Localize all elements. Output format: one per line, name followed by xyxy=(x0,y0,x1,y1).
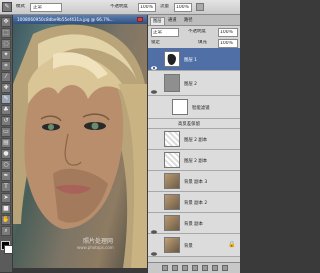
layer-thumbnail xyxy=(164,194,180,210)
flow-label: 流量 xyxy=(160,4,169,9)
tab-paths[interactable]: 路径 xyxy=(182,17,195,24)
airbrush-toggle[interactable] xyxy=(196,3,204,11)
clone-stamp-tool-icon[interactable]: ♣ xyxy=(1,105,11,115)
layer-name: 背景 xyxy=(184,244,193,249)
marquee-tool-icon[interactable]: ⬚ xyxy=(1,28,11,38)
blur-tool-icon[interactable]: ● xyxy=(1,149,11,159)
document-title: 1008060950c8dbe9b55ef431a.jpg @ 66.7%... xyxy=(17,17,114,22)
eye-icon[interactable] xyxy=(151,220,157,234)
crop-tool-icon[interactable]: ⌗ xyxy=(1,61,11,71)
layer-opacity-input[interactable]: 100% xyxy=(218,28,238,37)
layers-bottom-bar xyxy=(148,262,240,273)
fill-label: 填充 xyxy=(198,40,207,45)
layer-row[interactable]: 背景 副本 2 xyxy=(148,192,240,213)
layer-thumbnail xyxy=(164,237,180,253)
fill-value: 100% xyxy=(220,41,233,46)
brush-tool-icon[interactable]: ✎ xyxy=(1,94,11,104)
portrait-image xyxy=(13,24,147,268)
mode-dropdown[interactable]: 正常 xyxy=(30,3,62,12)
filter-mask-thumbnail xyxy=(172,99,188,115)
layer-row[interactable]: 图层 2 副本 xyxy=(148,129,240,150)
layer-opacity-label: 不透明度 xyxy=(188,29,206,34)
type-tool-icon[interactable]: T xyxy=(1,182,11,192)
opacity-value: 100% xyxy=(140,5,153,10)
add-mask-icon[interactable] xyxy=(182,265,188,271)
new-group-icon[interactable] xyxy=(202,265,208,271)
layer-row[interactable]: 背景 副本 3 xyxy=(148,171,240,192)
zoom-tool-icon[interactable]: ⌕ xyxy=(1,226,11,236)
magic-wand-tool-icon[interactable]: ✦ xyxy=(1,50,11,60)
new-layer-icon[interactable] xyxy=(212,265,218,271)
layer-name: 高反差保留 xyxy=(178,122,200,127)
watermark-url: www.photops.com xyxy=(77,245,114,250)
eye-icon[interactable] xyxy=(151,121,157,135)
shape-tool-icon[interactable]: ■ xyxy=(1,204,11,214)
opacity-label: 不透明度 xyxy=(110,4,128,9)
layer-thumbnail xyxy=(164,215,180,231)
layer-thumbnail xyxy=(164,51,180,67)
fill-input[interactable]: 100% xyxy=(218,39,238,48)
layer-row[interactable]: 图层 2 xyxy=(148,71,240,96)
lock-label: 锁定 xyxy=(151,40,160,45)
layer-thumbnail xyxy=(164,173,180,189)
layer-thumbnail xyxy=(164,131,180,147)
image-canvas[interactable]: 照片处理网 www.photops.com xyxy=(13,24,147,268)
eye-icon[interactable] xyxy=(151,242,157,256)
adjustment-layer-icon[interactable] xyxy=(192,265,198,271)
gradient-tool-icon[interactable]: ▤ xyxy=(1,138,11,148)
flow-input[interactable]: 100% xyxy=(174,3,192,12)
layer-name: 背景 副本 xyxy=(184,222,203,227)
path-selection-tool-icon[interactable]: ➤ xyxy=(1,193,11,203)
layer-name: 智能滤镜 xyxy=(192,106,210,111)
eyedropper-tool-icon[interactable]: ⁄ xyxy=(1,72,11,82)
eraser-tool-icon[interactable]: ▭ xyxy=(1,127,11,137)
link-layers-icon[interactable] xyxy=(162,265,168,271)
tab-channels[interactable]: 通道 xyxy=(166,17,179,24)
mode-label: 模式 xyxy=(16,4,25,9)
layer-name: 背景 副本 2 xyxy=(184,201,208,206)
layer-row[interactable]: 高反差保留 xyxy=(148,119,240,135)
opacity-input[interactable]: 100% xyxy=(138,3,156,12)
panel-tabs: 图层 通道 路径 xyxy=(148,15,240,26)
layer-thumbnail xyxy=(164,74,180,92)
eye-icon[interactable] xyxy=(151,80,157,94)
options-bar: ✎ 模式 正常 不透明度 100% 流量 100% xyxy=(0,0,240,15)
layer-name: 图层 2 xyxy=(184,82,197,87)
hand-tool-icon[interactable]: ✋ xyxy=(1,215,11,225)
blend-mode-dropdown[interactable]: 正常 xyxy=(151,28,179,37)
document-title-bar[interactable]: 1008060950c8dbe9b55ef431a.jpg @ 66.7%... xyxy=(13,15,147,24)
lock-icon: 🔒 xyxy=(228,241,236,248)
blend-mode-value: 正常 xyxy=(153,30,162,35)
document-window: 1008060950c8dbe9b55ef431a.jpg @ 66.7%... xyxy=(13,15,147,268)
pen-tool-icon[interactable]: ✒ xyxy=(1,171,11,181)
brush-tool-preset-icon[interactable]: ✎ xyxy=(2,2,12,12)
tab-layers[interactable]: 图层 xyxy=(150,17,165,25)
toolbox: ✥ ⬚ ◌ ✦ ⌗ ⁄ ✚ ✎ ♣ ↺ ▭ ▤ ● ○ ✒ T ➤ ■ ✋ ⌕ xyxy=(0,15,13,272)
watermark-text: 照片处理网 xyxy=(83,238,114,245)
layer-row[interactable]: 背景 副本 xyxy=(148,213,240,234)
layers-panel: 图层 通道 路径 正常 不透明度 100% 锁定 填充 100% 图层 1 图层… xyxy=(148,15,240,273)
delete-layer-icon[interactable] xyxy=(222,265,228,271)
move-tool-icon[interactable]: ✥ xyxy=(1,17,11,27)
layer-name: 背景 副本 3 xyxy=(184,180,208,185)
history-brush-tool-icon[interactable]: ↺ xyxy=(1,116,11,126)
layer-name: 图层 2 副本 xyxy=(184,138,208,143)
layer-row[interactable]: 图层 2 副本 xyxy=(148,150,240,171)
layer-row[interactable]: 智能滤镜 xyxy=(148,96,240,119)
eye-icon[interactable] xyxy=(151,56,157,70)
background-color-swatch[interactable] xyxy=(4,245,13,254)
layer-row[interactable]: 背景 🔒 xyxy=(148,234,240,257)
dodge-tool-icon[interactable]: ○ xyxy=(1,160,11,170)
layer-name: 图层 1 xyxy=(184,58,197,63)
layer-thumbnail xyxy=(164,152,180,168)
layer-opacity-value: 100% xyxy=(220,30,233,35)
close-icon[interactable] xyxy=(137,17,143,22)
layer-name: 图层 2 副本 xyxy=(184,159,208,164)
healing-brush-tool-icon[interactable]: ✚ xyxy=(1,83,11,93)
lasso-tool-icon[interactable]: ◌ xyxy=(1,39,11,49)
mode-value: 正常 xyxy=(33,5,42,10)
layer-style-icon[interactable] xyxy=(172,265,178,271)
layer-row[interactable]: 图层 1 xyxy=(148,48,240,71)
flow-value: 100% xyxy=(176,5,189,10)
